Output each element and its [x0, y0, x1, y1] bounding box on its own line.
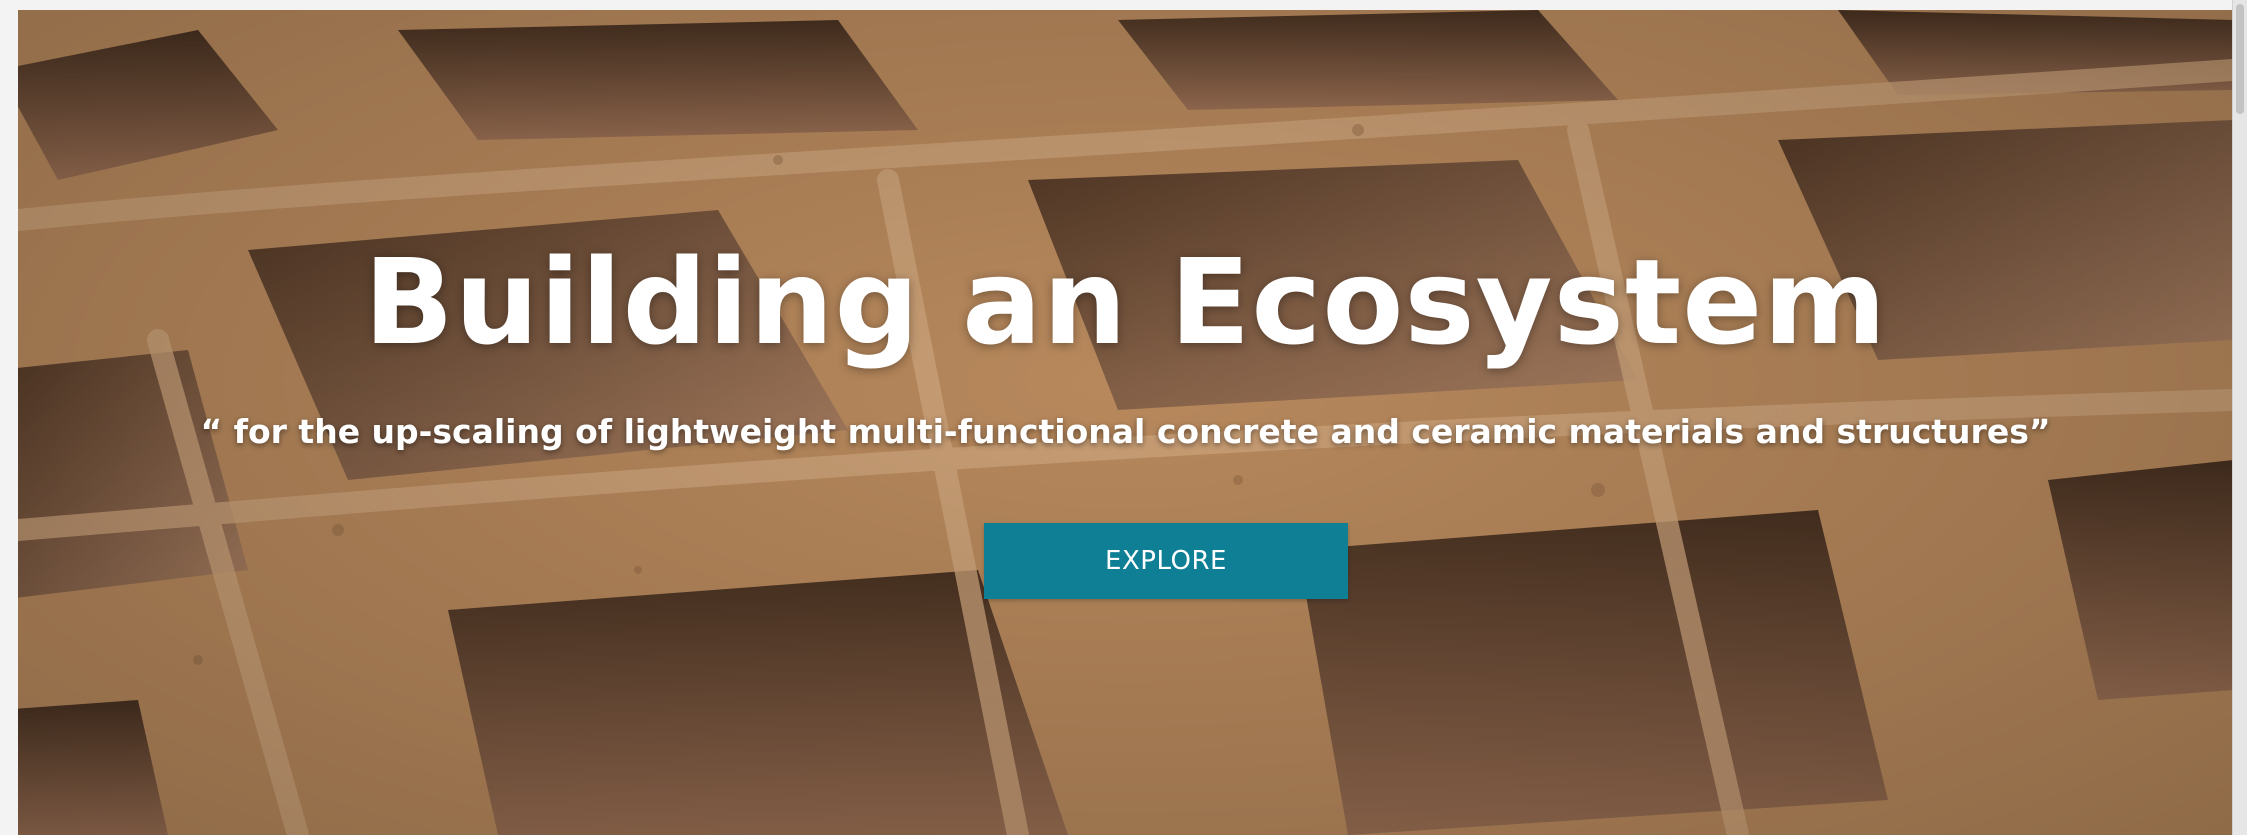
explore-button[interactable]: EXPLORE [984, 523, 1348, 599]
hero-banner: Building an Ecosystem “ for the up-scali… [18, 10, 2233, 835]
hero-subline: “ for the up-scaling of lightweight mult… [200, 412, 2051, 451]
scrollbar[interactable] [2232, 0, 2247, 835]
page: Building an Ecosystem “ for the up-scali… [0, 0, 2247, 835]
scrollbar-thumb[interactable] [2236, 4, 2244, 114]
hero-headline: Building an Ecosystem [363, 233, 1888, 371]
